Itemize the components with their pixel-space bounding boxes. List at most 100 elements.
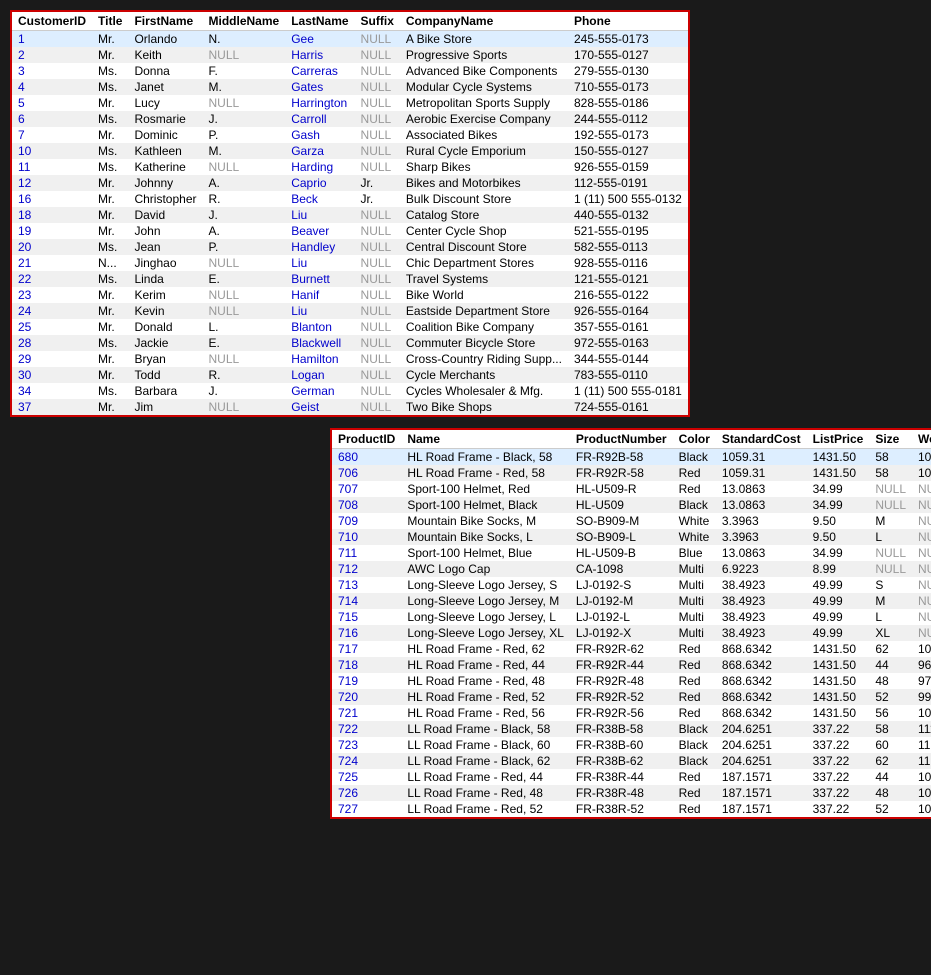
- table-row: 23Mr.KerimNULLHanifNULLBike World216-555…: [12, 287, 688, 303]
- col-lastname: LastName: [285, 12, 354, 31]
- null-cell: NULL: [912, 529, 931, 545]
- data-cell: 49.99: [807, 577, 870, 593]
- null-cell: NULL: [355, 271, 400, 287]
- data-cell: L: [869, 609, 912, 625]
- data-cell: 3.3963: [716, 513, 807, 529]
- lastname-cell: Harrington: [285, 95, 354, 111]
- data-cell: 868.6342: [716, 657, 807, 673]
- lastname-cell: Liu: [285, 255, 354, 271]
- data-cell: 60: [869, 737, 912, 753]
- product-id-cell: 710: [332, 529, 401, 545]
- data-cell: HL Road Frame - Black, 58: [401, 449, 570, 466]
- data-cell: Ms.: [92, 79, 128, 95]
- data-cell: 52: [869, 689, 912, 705]
- product-id-cell: 720: [332, 689, 401, 705]
- data-cell: FR-R92R-56: [570, 705, 673, 721]
- data-cell: Keith: [128, 47, 202, 63]
- table-row: 717HL Road Frame - Red, 62FR-R92R-62Red8…: [332, 641, 931, 657]
- data-cell: 58: [869, 449, 912, 466]
- table-row: 720HL Road Frame - Red, 52FR-R92R-52Red8…: [332, 689, 931, 705]
- data-cell: HL Road Frame - Red, 48: [401, 673, 570, 689]
- null-cell: NULL: [203, 159, 286, 175]
- data-cell: 150-555-0127: [568, 143, 688, 159]
- data-cell: 44: [869, 769, 912, 785]
- data-cell: SO-B909-M: [570, 513, 673, 529]
- data-cell: Sharp Bikes: [400, 159, 568, 175]
- data-cell: Associated Bikes: [400, 127, 568, 143]
- null-cell: NULL: [355, 127, 400, 143]
- data-cell: Bikes and Motorbikes: [400, 175, 568, 191]
- null-cell: NULL: [355, 335, 400, 351]
- null-cell: NULL: [355, 367, 400, 383]
- data-cell: Mr.: [92, 319, 128, 335]
- lastname-cell: Beck: [285, 191, 354, 207]
- null-cell: NULL: [355, 239, 400, 255]
- data-cell: 38.4923: [716, 577, 807, 593]
- table-row: 715Long-Sleeve Logo Jersey, LLJ-0192-LMu…: [332, 609, 931, 625]
- data-cell: 204.6251: [716, 753, 807, 769]
- data-cell: 997.90: [912, 689, 931, 705]
- data-cell: M: [869, 513, 912, 529]
- data-cell: Kevin: [128, 303, 202, 319]
- data-cell: 204.6251: [716, 737, 807, 753]
- data-cell: Cycle Merchants: [400, 367, 568, 383]
- lastname-cell: Harding: [285, 159, 354, 175]
- lastname-cell: Gates: [285, 79, 354, 95]
- data-cell: 9.50: [807, 513, 870, 529]
- data-cell: FR-R38R-44: [570, 769, 673, 785]
- data-cell: E.: [203, 335, 286, 351]
- lastname-cell: Handley: [285, 239, 354, 255]
- data-cell: FR-R38R-48: [570, 785, 673, 801]
- data-cell: Bryan: [128, 351, 202, 367]
- null-cell: NULL: [355, 303, 400, 319]
- data-cell: 710-555-0173: [568, 79, 688, 95]
- data-cell: Red: [673, 705, 716, 721]
- customers-table-container: CustomerID Title FirstName MiddleName La…: [10, 10, 690, 417]
- table-row: 10Ms.KathleenM.GarzaNULLRural Cycle Empo…: [12, 143, 688, 159]
- data-cell: P.: [203, 127, 286, 143]
- data-cell: LL Road Frame - Black, 60: [401, 737, 570, 753]
- data-cell: Kathleen: [128, 143, 202, 159]
- data-cell: Mr.: [92, 223, 128, 239]
- null-cell: NULL: [355, 399, 400, 415]
- data-cell: Cycles Wholesaler & Mfg.: [400, 383, 568, 399]
- data-cell: Todd: [128, 367, 202, 383]
- data-cell: Lucy: [128, 95, 202, 111]
- col-firstname: FirstName: [128, 12, 202, 31]
- data-cell: 521-555-0195: [568, 223, 688, 239]
- customer-id-cell: 12: [12, 175, 92, 191]
- data-cell: 204.6251: [716, 721, 807, 737]
- null-cell: NULL: [355, 319, 400, 335]
- data-cell: Barbara: [128, 383, 202, 399]
- col-color: Color: [673, 430, 716, 449]
- data-cell: Black: [673, 497, 716, 513]
- data-cell: 38.4923: [716, 609, 807, 625]
- null-cell: NULL: [355, 111, 400, 127]
- data-cell: J.: [203, 111, 286, 127]
- data-cell: 868.6342: [716, 673, 807, 689]
- data-cell: LJ-0192-X: [570, 625, 673, 641]
- customer-id-cell: 2: [12, 47, 92, 63]
- data-cell: Ms.: [92, 335, 128, 351]
- data-cell: 13.0863: [716, 481, 807, 497]
- data-cell: CA-1098: [570, 561, 673, 577]
- data-cell: Cross-Country Riding Supp...: [400, 351, 568, 367]
- product-id-cell: 680: [332, 449, 401, 466]
- data-cell: Long-Sleeve Logo Jersey, S: [401, 577, 570, 593]
- data-cell: 58: [869, 465, 912, 481]
- product-id-cell: 718: [332, 657, 401, 673]
- null-cell: NULL: [912, 593, 931, 609]
- lastname-cell: Hanif: [285, 287, 354, 303]
- null-cell: NULL: [355, 287, 400, 303]
- data-cell: 34.99: [807, 497, 870, 513]
- table-row: 3Ms.DonnaF.CarrerasNULLAdvanced Bike Com…: [12, 63, 688, 79]
- data-cell: 1431.50: [807, 641, 870, 657]
- data-cell: Rosmarie: [128, 111, 202, 127]
- data-cell: HL Road Frame - Red, 62: [401, 641, 570, 657]
- data-cell: Multi: [673, 561, 716, 577]
- table-row: 713Long-Sleeve Logo Jersey, SLJ-0192-SMu…: [332, 577, 931, 593]
- data-cell: 62: [869, 641, 912, 657]
- data-cell: Center Cycle Shop: [400, 223, 568, 239]
- data-cell: 34.99: [807, 481, 870, 497]
- null-cell: NULL: [203, 351, 286, 367]
